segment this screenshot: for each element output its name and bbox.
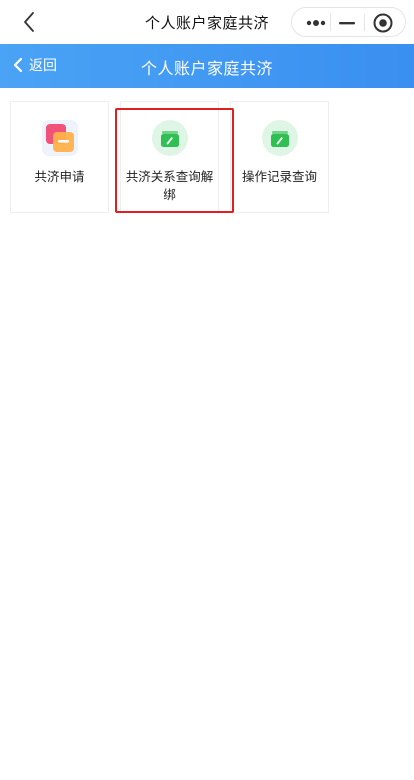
capsule-divider <box>364 14 365 31</box>
grid-item-label: 操作记录查询 <box>241 169 317 184</box>
grid-item-operation-log[interactable]: 操作记录查询 <box>230 101 329 213</box>
apply-card-icon <box>42 120 78 156</box>
page-title: 个人账户家庭共济 <box>140 59 273 78</box>
grid-item-relation-query[interactable]: 共济关系查询解绑 <box>120 101 219 213</box>
minimize-icon[interactable] <box>337 16 357 30</box>
page-header: 返回 个人账户家庭共济 <box>0 44 414 88</box>
mini-program-topbar: 个人账户家庭共济 <box>0 0 414 44</box>
grid-item-label: 共济关系查询解绑 <box>125 169 214 202</box>
capsule-divider <box>330 14 331 31</box>
wallet-green-icon <box>262 120 298 156</box>
capsule-menu <box>291 7 406 37</box>
wallet-green-icon <box>152 120 188 156</box>
close-circle-icon[interactable] <box>372 12 394 34</box>
function-grid: 共济申请 共济关系查询解绑 操作记录查询 <box>10 101 329 213</box>
grid-item-label: 共济申请 <box>34 169 85 184</box>
more-icon[interactable] <box>306 20 326 26</box>
grid-item-apply[interactable]: 共济申请 <box>10 101 109 213</box>
